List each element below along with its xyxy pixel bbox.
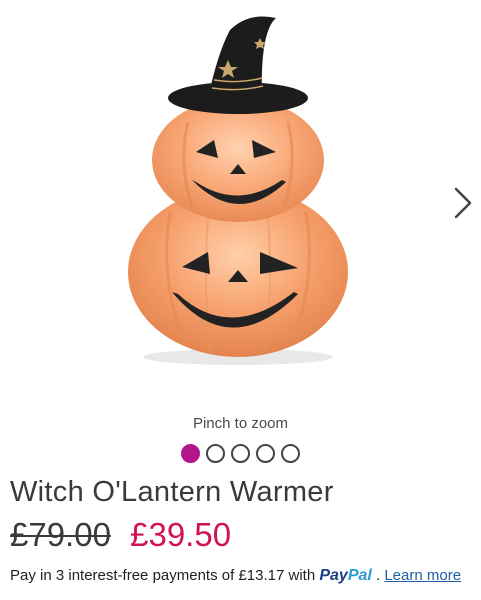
gallery-dot-1[interactable] xyxy=(181,444,200,463)
original-price: £79.00 xyxy=(10,516,111,553)
paypal-installments-message: Pay in 3 interest-free payments of £13.1… xyxy=(10,567,461,585)
gallery-dot-3[interactable] xyxy=(231,444,250,463)
product-title: Witch O'Lantern Warmer xyxy=(10,476,334,508)
installments-text: Pay in 3 interest-free payments of £13.1… xyxy=(10,567,316,584)
product-image[interactable] xyxy=(110,12,370,372)
gallery-dot-5[interactable] xyxy=(281,444,300,463)
pinch-to-zoom-hint: Pinch to zoom xyxy=(192,415,289,432)
paypal-logo: PayPal xyxy=(319,567,372,584)
gallery-dot-2[interactable] xyxy=(206,444,225,463)
learn-more-link[interactable]: Learn more xyxy=(384,567,461,584)
gallery-dot-4[interactable] xyxy=(256,444,275,463)
product-image-gallery[interactable] xyxy=(0,0,481,405)
chevron-right-icon[interactable] xyxy=(452,186,474,220)
price-row: £79.00 £39.50 xyxy=(10,516,231,554)
separator: . xyxy=(376,567,381,584)
gallery-pagination xyxy=(181,444,300,466)
sale-price: £39.50 xyxy=(130,516,232,553)
